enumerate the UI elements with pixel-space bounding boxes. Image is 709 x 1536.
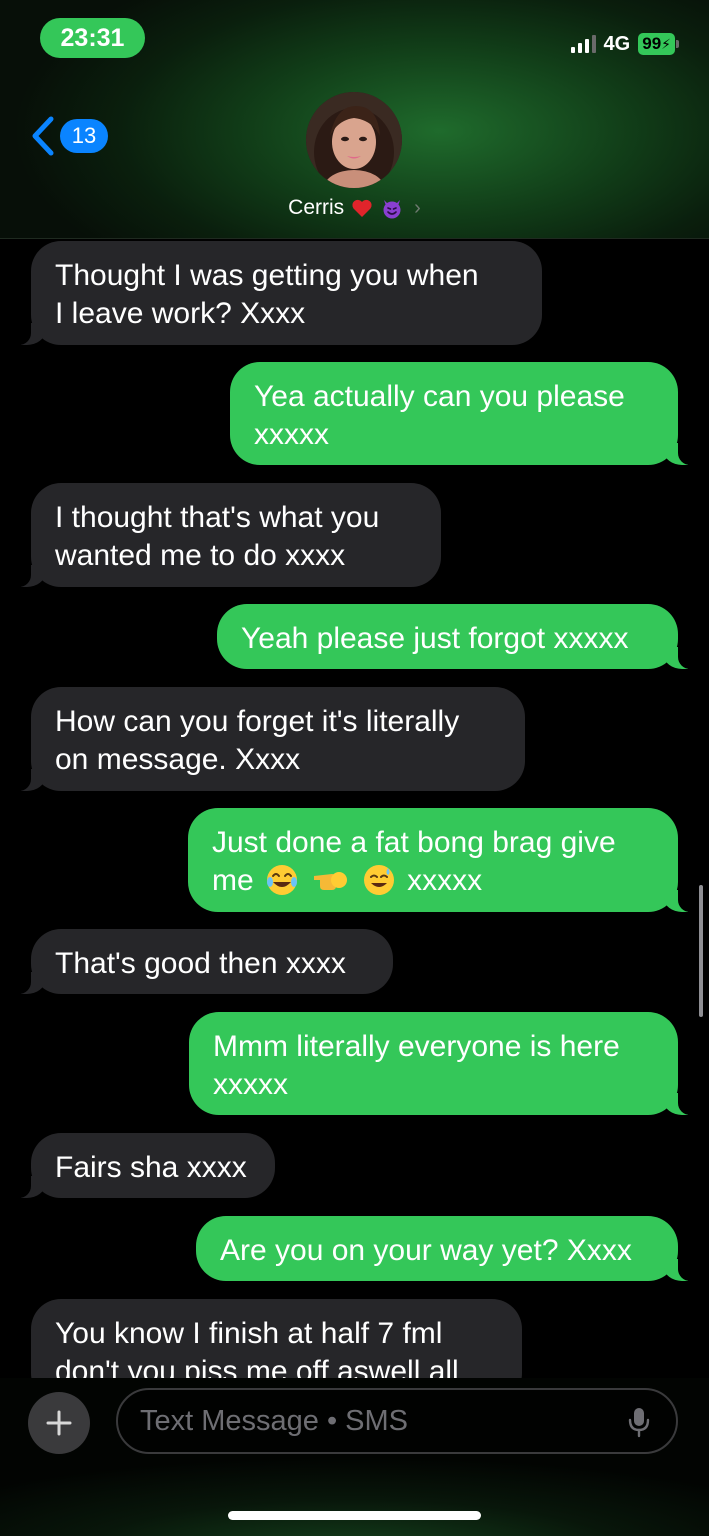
message-line: I thought that's what you: [55, 501, 380, 534]
sent-message[interactable]: Yea actually can you please xxxxx: [230, 362, 704, 465]
contact-name: Cerris: [288, 196, 345, 219]
received-message[interactable]: Fairs sha xxxx: [5, 1133, 275, 1198]
message-line: Just done a fat bong brag give: [212, 826, 616, 859]
sent-message[interactable]: Are you on your way yet? Xxxx: [196, 1216, 704, 1281]
received-message[interactable]: I thought that's what you wanted me to d…: [5, 483, 441, 587]
battery-icon: 99 ⚡: [638, 33, 679, 55]
message-line: don't you piss me off aswell all: [55, 1355, 459, 1378]
message-line: That's good then xxxx: [55, 947, 346, 980]
home-indicator[interactable]: [228, 1511, 481, 1520]
message-text: me: [212, 864, 254, 897]
sent-message[interactable]: Just done a fat bong brag give me xxxxx: [188, 808, 704, 912]
status-time: 23:31: [40, 18, 145, 58]
tears-of-joy-emoji-icon: [267, 865, 298, 895]
message-line: Yeah please just forgot xxxxx: [241, 622, 629, 655]
message-input-placeholder: Text Message • SMS: [140, 1404, 409, 1437]
message-input[interactable]: Text Message • SMS: [116, 1388, 678, 1454]
message-thread[interactable]: Thought I was getting you when I leave w…: [0, 238, 709, 1378]
microphone-icon[interactable]: [628, 1406, 650, 1438]
battery-level: 99: [642, 34, 662, 53]
message-line-with-emoji: me xxxxx: [212, 862, 654, 900]
plus-icon: [46, 1410, 72, 1436]
message-line: wanted me to do xxxx: [55, 539, 346, 572]
message-text: xxxxx: [407, 864, 483, 897]
conversation-header: 23:31 4G 99 ⚡ 13 Cerris ›: [0, 0, 709, 239]
avatar-photo: [306, 92, 402, 188]
message-line: on message. Xxxx: [55, 743, 301, 776]
scrollbar[interactable]: [699, 885, 703, 1017]
pointing-hand-emoji-icon: [314, 872, 348, 890]
unread-count-badge: 13: [60, 119, 108, 153]
chevron-right-icon: ›: [414, 196, 421, 219]
sweat-smile-emoji-icon: [363, 865, 394, 895]
signal-icon: [570, 35, 596, 53]
received-message[interactable]: You know I finish at half 7 fml don't yo…: [31, 1299, 522, 1378]
red-heart-icon: [352, 199, 372, 217]
contact-avatar[interactable]: [306, 92, 402, 188]
received-message[interactable]: That's good then xxxx: [5, 929, 393, 994]
smiling-face-with-horns-icon: [383, 200, 401, 219]
received-message[interactable]: How can you forget it's literally on mes…: [5, 687, 525, 791]
message-line: Fairs sha xxxx: [55, 1151, 247, 1184]
message-line: Are you on your way yet? Xxxx: [220, 1234, 632, 1267]
message-line: Yea actually can you please: [254, 380, 625, 413]
message-line: How can you forget it's literally: [55, 705, 460, 738]
back-button[interactable]: 13: [30, 116, 108, 156]
message-line: xxxxx: [213, 1068, 288, 1101]
add-attachment-button[interactable]: [28, 1392, 90, 1454]
message-line: Mmm literally everyone is here: [213, 1030, 620, 1063]
sent-message[interactable]: Mmm literally everyone is here xxxxx: [189, 1012, 704, 1115]
received-message[interactable]: Thought I was getting you when I leave w…: [5, 241, 542, 345]
message-line: Thought I was getting you when: [55, 259, 479, 292]
message-line: I leave work? Xxxx: [55, 297, 306, 330]
status-indicators: 4G 99 ⚡: [570, 32, 679, 56]
chevron-left-icon: [32, 116, 54, 156]
network-type: 4G: [603, 32, 631, 55]
message-line: You know I finish at half 7 fml: [55, 1317, 443, 1350]
message-line: xxxxx: [254, 418, 329, 451]
sent-message[interactable]: Yeah please just forgot xxxxx: [217, 604, 704, 669]
contact-name-row[interactable]: Cerris ›: [0, 196, 709, 220]
